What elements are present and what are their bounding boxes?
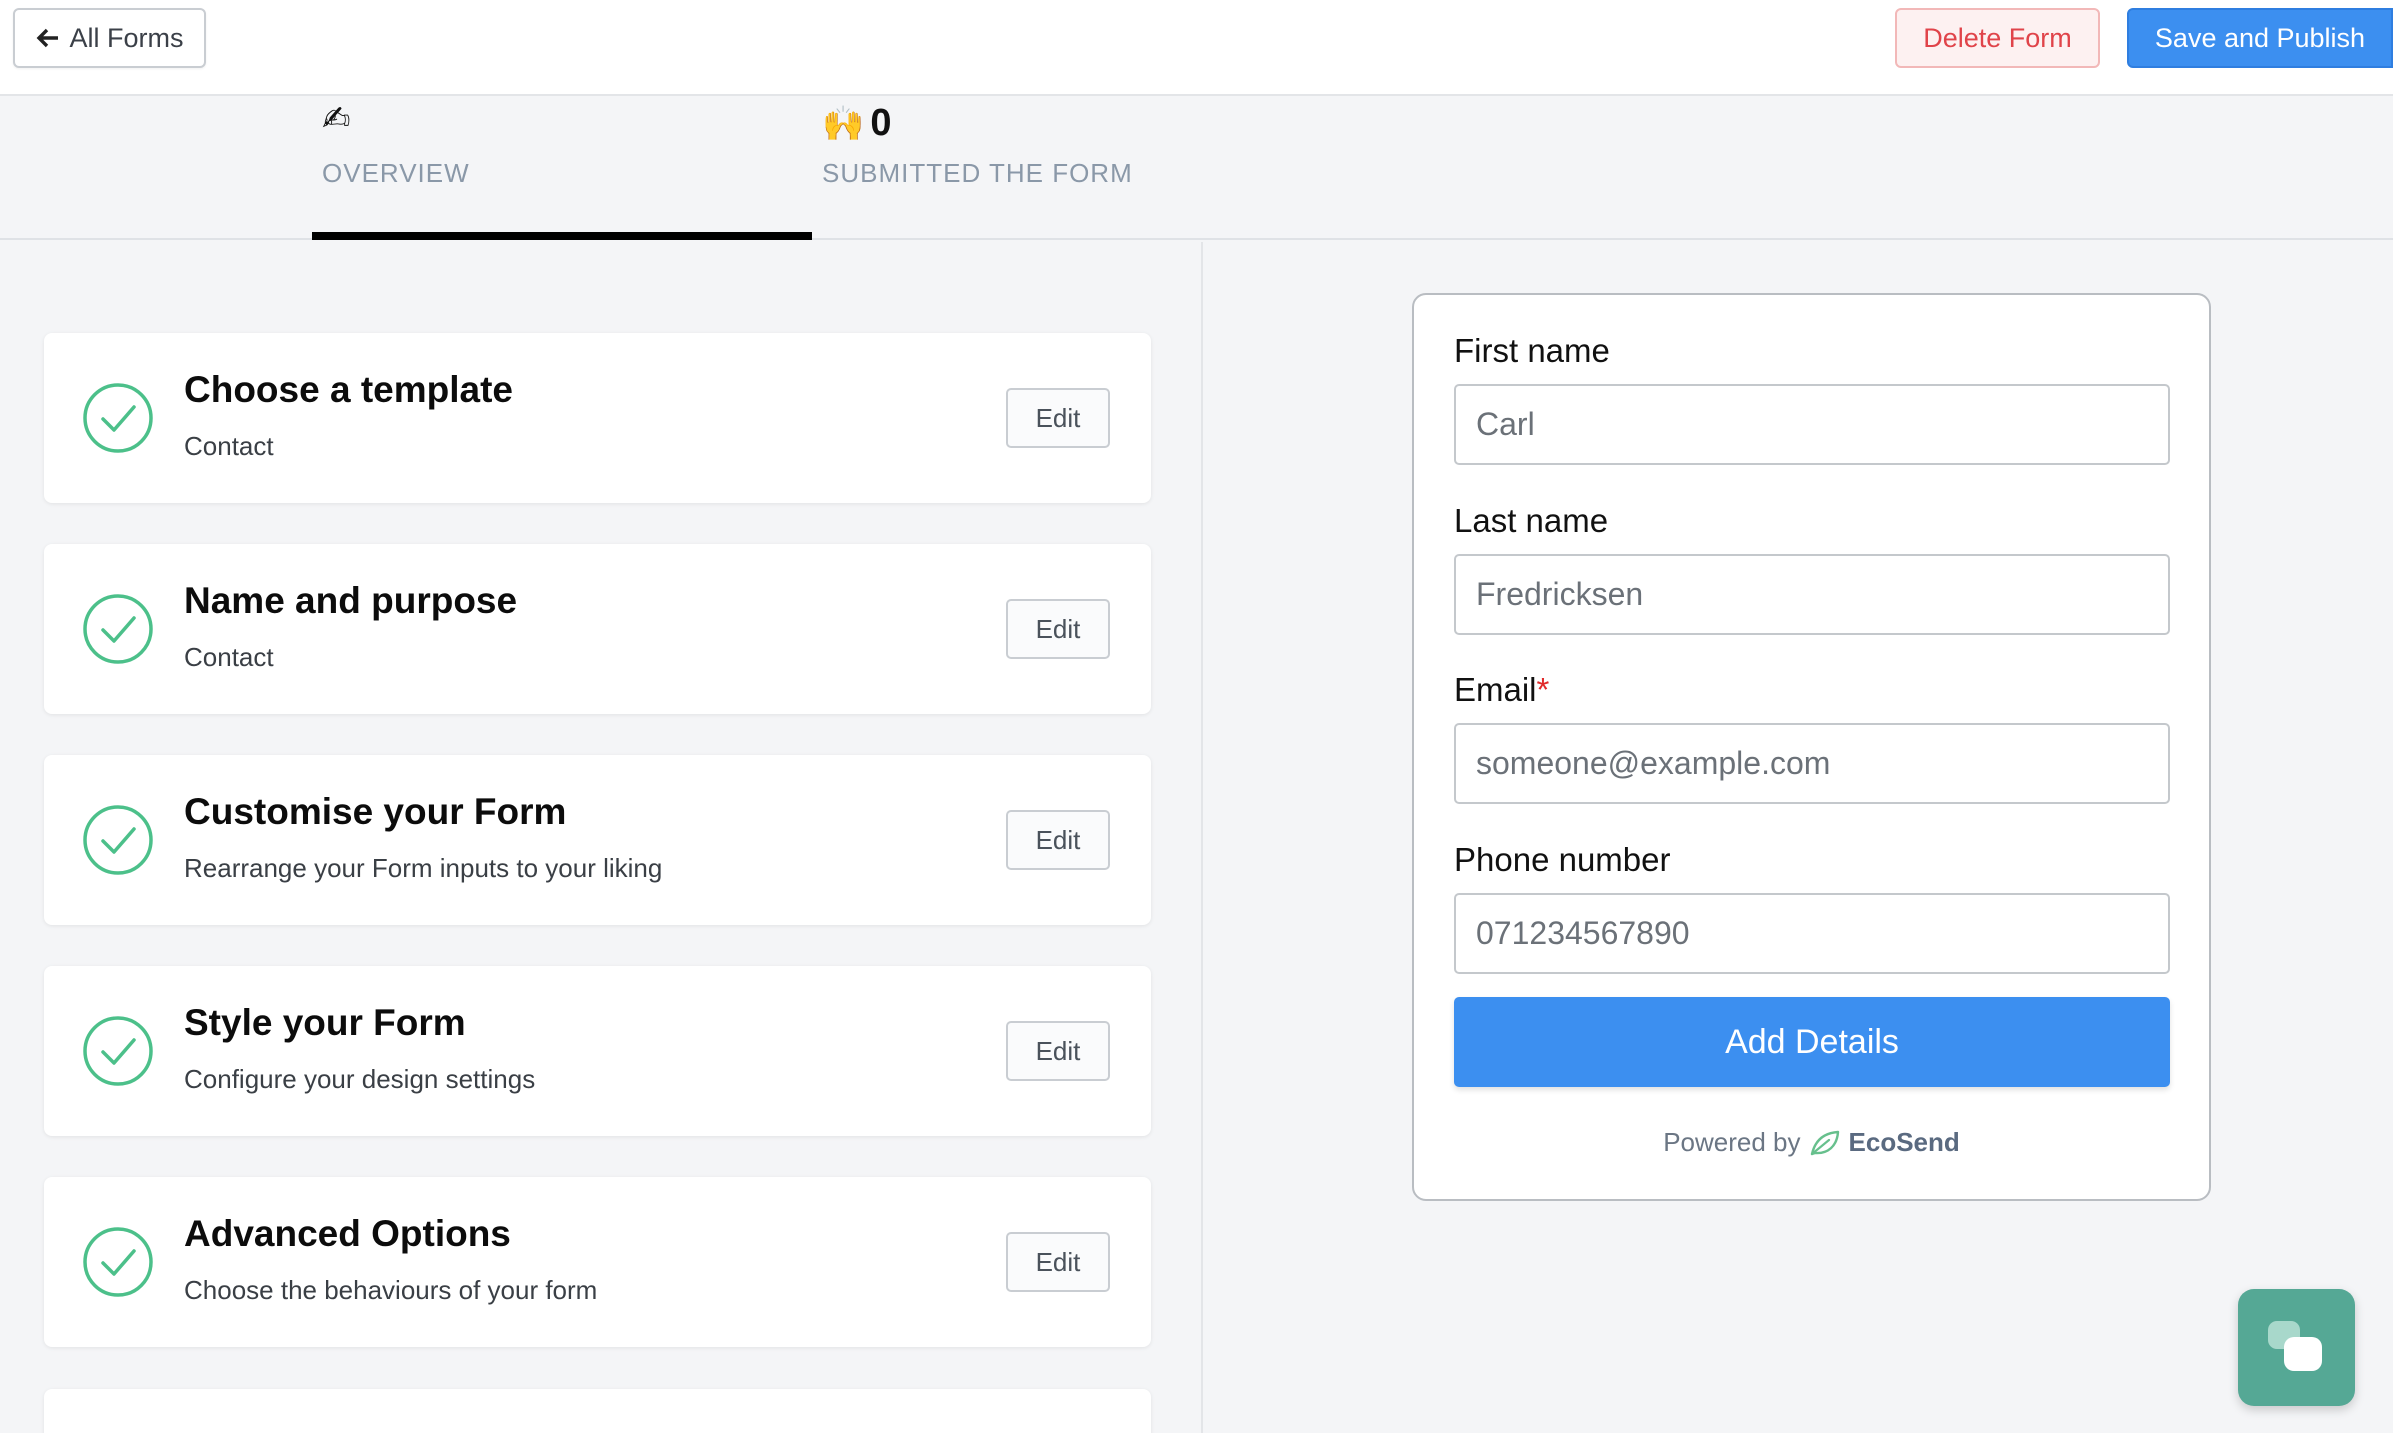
step-subtitle: Choose the behaviours of your form bbox=[184, 1275, 598, 1305]
submitted-count: 0 bbox=[870, 102, 892, 144]
check-circle-icon bbox=[83, 1227, 153, 1297]
tab-bar: ✍ OVERVIEW 🙌 0 SUBMITTED THE FORM bbox=[0, 96, 2393, 240]
email-input[interactable] bbox=[1454, 723, 2170, 804]
step-subtitle: Configure your design settings bbox=[184, 1064, 536, 1094]
step-title: Style your Form bbox=[184, 1002, 466, 1043]
edit-customise-button[interactable]: Edit bbox=[1006, 810, 1110, 870]
arrow-left-icon bbox=[36, 28, 58, 48]
step-card-partial bbox=[44, 1389, 1151, 1433]
edit-style-button[interactable]: Edit bbox=[1006, 1021, 1110, 1081]
email-label: Email* bbox=[1454, 671, 1549, 709]
step-card: Choose a template Contact Edit bbox=[44, 333, 1151, 503]
all-forms-button[interactable]: All Forms bbox=[13, 8, 206, 68]
tab-overview-label: OVERVIEW bbox=[322, 158, 470, 188]
step-subtitle: Contact bbox=[184, 642, 274, 672]
edit-template-button[interactable]: Edit bbox=[1006, 388, 1110, 448]
step-subtitle: Rearrange your Form inputs to your likin… bbox=[184, 853, 663, 883]
ecosend-brand[interactable]: EcoSend bbox=[1849, 1127, 1960, 1158]
tab-overview-header: ✍ bbox=[322, 102, 351, 136]
phone-number-input[interactable] bbox=[1454, 893, 2170, 974]
first-name-label: First name bbox=[1454, 332, 1610, 369]
top-bar: All Forms Delete Form Save and Publish bbox=[0, 0, 2393, 96]
chat-launcher-button[interactable] bbox=[2238, 1289, 2355, 1406]
check-circle-icon bbox=[83, 1016, 153, 1086]
required-marker: * bbox=[1536, 671, 1550, 708]
step-card: Name and purpose Contact Edit bbox=[44, 544, 1151, 714]
last-name-label: Last name bbox=[1454, 502, 1609, 539]
tab-submitted[interactable]: 🙌 0 SUBMITTED THE FORM bbox=[812, 96, 1212, 238]
edit-advanced-button[interactable]: Edit bbox=[1006, 1232, 1110, 1292]
add-details-button[interactable]: Add Details bbox=[1454, 997, 2170, 1087]
delete-form-button[interactable]: Delete Form bbox=[1895, 8, 2100, 68]
tab-submitted-label: SUBMITTED THE FORM bbox=[822, 158, 1133, 188]
step-subtitle: Contact bbox=[184, 431, 274, 461]
form-preview-card: First name Last name Email* Phone number… bbox=[1412, 293, 2211, 1201]
form-preview-pane: First name Last name Email* Phone number… bbox=[1205, 242, 2393, 1433]
first-name-input[interactable] bbox=[1454, 384, 2170, 465]
raised-hands-icon: 🙌 bbox=[822, 103, 865, 144]
all-forms-label: All Forms bbox=[69, 22, 184, 53]
step-title: Choose a template bbox=[184, 369, 513, 410]
save-and-publish-button[interactable]: Save and Publish bbox=[2127, 8, 2393, 68]
chat-bubbles-icon bbox=[2268, 1321, 2322, 1371]
step-title: Customise your Form bbox=[184, 791, 567, 832]
step-card: Advanced Options Choose the behaviours o… bbox=[44, 1177, 1151, 1347]
powered-by: Powered by EcoSend bbox=[1414, 1127, 2209, 1158]
step-title: Advanced Options bbox=[184, 1213, 511, 1254]
step-card: Customise your Form Rearrange your Form … bbox=[44, 755, 1151, 925]
powered-by-text: Powered by bbox=[1663, 1127, 1801, 1157]
steps-pane: Choose a template Contact Edit Name and … bbox=[0, 242, 1203, 1433]
check-circle-icon bbox=[83, 805, 153, 875]
tab-overview[interactable]: ✍ OVERVIEW bbox=[312, 96, 812, 240]
phone-number-label: Phone number bbox=[1454, 841, 1671, 878]
step-card: Style your Form Configure your design se… bbox=[44, 966, 1151, 1136]
tab-submitted-header: 🙌 0 bbox=[822, 102, 891, 145]
writing-hand-icon: ✍ bbox=[322, 99, 351, 139]
email-label-text: Email bbox=[1454, 671, 1537, 708]
edit-name-purpose-button[interactable]: Edit bbox=[1006, 599, 1110, 659]
check-circle-icon bbox=[83, 594, 153, 664]
step-title: Name and purpose bbox=[184, 580, 518, 621]
last-name-input[interactable] bbox=[1454, 554, 2170, 635]
leaf-icon bbox=[1810, 1130, 1839, 1155]
active-tab-indicator bbox=[312, 232, 812, 240]
check-circle-icon bbox=[83, 383, 153, 453]
